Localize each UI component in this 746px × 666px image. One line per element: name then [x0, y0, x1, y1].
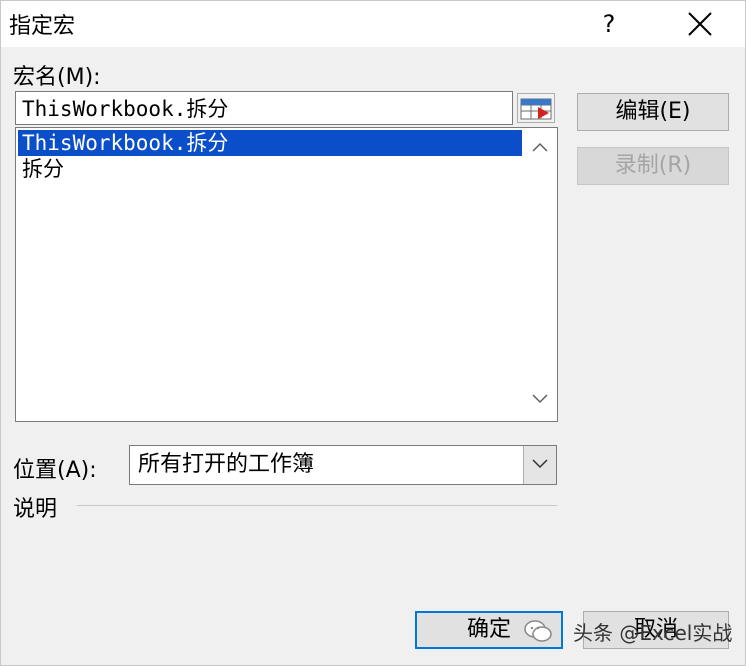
record-button[interactable]: 录制(R) — [577, 147, 729, 185]
location-label: 位置(A): — [13, 458, 97, 483]
macro-name-label: 宏名(M): — [13, 65, 101, 90]
chevron-down-icon — [532, 459, 548, 469]
help-button[interactable]: ? — [581, 1, 637, 47]
macro-name-input[interactable] — [15, 91, 513, 125]
wechat-icon — [524, 620, 552, 642]
macro-list-items: ThisWorkbook.拆分 拆分 — [18, 130, 522, 182]
range-picker-icon — [520, 98, 552, 120]
description-label: 说明 — [13, 497, 58, 522]
scroll-up-icon[interactable] — [532, 142, 548, 152]
location-select[interactable]: 所有打开的工作簿 — [129, 445, 557, 485]
location-dropdown-button[interactable] — [523, 446, 556, 484]
dialog-title: 指定宏 — [9, 14, 76, 39]
close-icon — [688, 12, 712, 36]
list-item[interactable]: ThisWorkbook.拆分 — [18, 130, 522, 156]
close-button[interactable] — [665, 1, 735, 47]
macro-dialog: 指定宏 ? 宏名(M): ThisWorkbook.拆分 拆分 — [0, 0, 746, 666]
watermark: 头条 @Excel实战 — [523, 615, 732, 647]
description-divider — [77, 505, 557, 506]
list-item[interactable]: 拆分 — [18, 156, 522, 182]
edit-button[interactable]: 编辑(E) — [577, 93, 729, 131]
macro-list[interactable]: ThisWorkbook.拆分 拆分 — [15, 127, 558, 422]
range-picker-button[interactable] — [517, 93, 555, 123]
list-scrollbar[interactable] — [523, 128, 557, 421]
scroll-down-icon[interactable] — [532, 394, 548, 404]
watermark-text: 头条 @Excel实战 — [573, 620, 733, 645]
location-value: 所有打开的工作簿 — [138, 452, 315, 477]
title-bar: 指定宏 ? — [1, 1, 745, 47]
